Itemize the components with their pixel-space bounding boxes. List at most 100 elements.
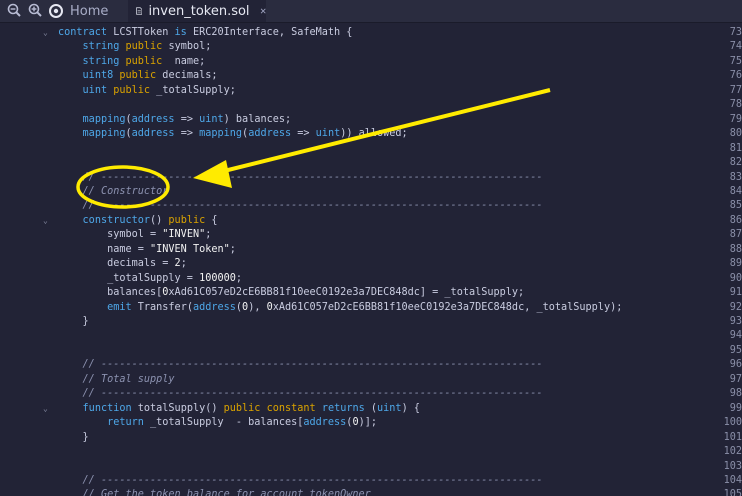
- line-number: 97: [729, 373, 742, 385]
- line-number: 81: [729, 142, 742, 154]
- line-number: 95: [729, 344, 742, 356]
- code-text: // -------------------------------------…: [82, 388, 543, 400]
- code-line[interactable]: 90 _totalSupply = 100000;: [0, 272, 742, 286]
- fold-toggle-icon[interactable]: ⌄: [43, 214, 48, 228]
- line-number: 103: [723, 460, 742, 472]
- code-editor[interactable]: 73 ⌄ contract LCSTToken is ERC20Interface,…: [0, 23, 742, 496]
- code-line[interactable]: 101 }: [0, 431, 742, 445]
- fold-toggle-icon[interactable]: ⌄: [43, 402, 48, 416]
- code-line[interactable]: 103: [0, 460, 742, 474]
- code-text: // Total supply: [82, 373, 175, 385]
- code-line[interactable]: 82: [0, 156, 742, 170]
- line-number: 104: [723, 474, 742, 486]
- line-number: 83: [729, 171, 742, 183]
- code-line[interactable]: 91 balances[0xAd61C057eD2cE6BB81f10eeC01…: [0, 286, 742, 300]
- code-text: _totalSupply = 100000;: [58, 272, 243, 284]
- code-text: return _totalSupply - balances[address(0…: [107, 417, 377, 429]
- code-line[interactable]: 86 ⌄ constructor() public {: [0, 214, 742, 228]
- code-line[interactable]: 88 name = "INVEN Token";: [0, 243, 742, 257]
- line-number: 74: [729, 41, 742, 53]
- line-number: 80: [729, 128, 742, 140]
- line-number: 87: [729, 229, 742, 241]
- line-number: 100: [723, 417, 742, 429]
- code-line[interactable]: 99 ⌄ function totalSupply() public consta…: [0, 402, 742, 416]
- line-number: 90: [729, 272, 742, 284]
- line-number: 93: [729, 316, 742, 327]
- line-number: 75: [729, 55, 742, 67]
- line-number: 101: [723, 431, 742, 443]
- code-text: }: [58, 316, 89, 327]
- code-line[interactable]: 93 }: [0, 315, 742, 329]
- code-text: mapping(address => mapping(address => ui…: [82, 128, 408, 140]
- code-line[interactable]: 85 // ----------------------------------…: [0, 199, 742, 213]
- code-line[interactable]: 97 // Total supply: [0, 373, 742, 387]
- code-line[interactable]: 81: [0, 142, 742, 156]
- tab-home[interactable]: Home: [48, 0, 120, 22]
- line-number: 89: [729, 258, 742, 270]
- code-text: // -------------------------------------…: [82, 474, 543, 486]
- line-number: 86: [729, 214, 742, 226]
- code-line[interactable]: 105 // Get the token balance for account…: [0, 488, 742, 496]
- code-text: // -------------------------------------…: [82, 200, 543, 212]
- code-text: string public name;: [82, 55, 206, 67]
- tab-home-label: Home: [70, 3, 109, 19]
- code-text: balances[0xAd61C057eD2cE6BB81f10eeC0192e…: [58, 287, 525, 299]
- code-line[interactable]: 83 // ----------------------------------…: [0, 171, 742, 185]
- code-text: // -------------------------------------…: [82, 359, 543, 371]
- line-number: 79: [729, 113, 742, 125]
- code-text: string public symbol;: [82, 41, 212, 53]
- code-line[interactable]: 79 mapping(address => uint) balances;: [0, 113, 742, 127]
- code-text: function totalSupply() public constant r…: [82, 402, 420, 414]
- code-text: // Get the token balance for account tok…: [82, 489, 371, 496]
- line-number: 91: [729, 287, 742, 299]
- line-number: 85: [729, 200, 742, 212]
- code-line[interactable]: 98 // ----------------------------------…: [0, 387, 742, 401]
- code-text: contract LCSTToken is ERC20Interface, Sa…: [58, 27, 353, 38]
- code-text: emit Transfer(address(0), 0xAd61C057eD2c…: [107, 301, 623, 313]
- line-number: 98: [729, 388, 742, 400]
- code-text: symbol = "INVEN";: [58, 229, 212, 241]
- code-line[interactable]: 75 string public name;: [0, 55, 742, 69]
- code-text: // -------------------------------------…: [82, 171, 543, 183]
- zoom-out-icon[interactable]: [6, 2, 22, 18]
- line-number: 99: [729, 402, 742, 414]
- code-line[interactable]: 95: [0, 344, 742, 358]
- code-line[interactable]: 73 ⌄ contract LCSTToken is ERC20Interface,…: [0, 26, 742, 40]
- code-line[interactable]: 100 return _totalSupply - balances[addre…: [0, 416, 742, 430]
- code-text: }: [58, 431, 89, 443]
- line-number: 73: [729, 27, 742, 38]
- code-line[interactable]: 76 uint8 public decimals;: [0, 69, 742, 83]
- code-line[interactable]: 104 // ---------------------------------…: [0, 474, 742, 488]
- code-line[interactable]: 102: [0, 445, 742, 459]
- code-line[interactable]: 89 decimals = 2;: [0, 257, 742, 271]
- line-number: 105: [723, 489, 742, 496]
- code-text: name = "INVEN Token";: [58, 243, 236, 255]
- code-line[interactable]: 87 symbol = "INVEN";: [0, 228, 742, 242]
- code-text: // Constructor: [82, 185, 169, 197]
- code-line[interactable]: 74 string public symbol;: [0, 40, 742, 54]
- line-number: 76: [729, 70, 742, 82]
- code-line[interactable]: 80 mapping(address => mapping(address =>…: [0, 127, 742, 141]
- code-line[interactable]: 94: [0, 329, 742, 343]
- code-line[interactable]: 92 emit Transfer(address(0), 0xAd61C057e…: [0, 301, 742, 315]
- code-line[interactable]: 77 uint public _totalSupply;: [0, 84, 742, 98]
- code-text: decimals = 2;: [58, 258, 187, 270]
- file-icon: [136, 7, 143, 15]
- tab-file-label: inven_token.sol: [148, 3, 250, 19]
- code-line[interactable]: 96 // ----------------------------------…: [0, 358, 742, 372]
- code-text: uint8 public decimals;: [82, 70, 218, 82]
- zoom-in-icon[interactable]: [27, 2, 43, 18]
- line-number: 94: [729, 330, 742, 342]
- line-number: 88: [729, 243, 742, 255]
- code-line[interactable]: 84 // Constructor: [0, 185, 742, 199]
- line-number: 92: [729, 301, 742, 313]
- code-text: mapping(address => uint) balances;: [82, 113, 292, 125]
- line-number: 84: [729, 185, 742, 197]
- line-number: 102: [723, 446, 742, 458]
- code-text: uint public _totalSupply;: [82, 84, 236, 96]
- line-number: 77: [729, 84, 742, 96]
- code-line[interactable]: 78: [0, 98, 742, 112]
- fold-toggle-icon[interactable]: ⌄: [43, 26, 48, 40]
- tab-inven-token[interactable]: inven_token.sol: [128, 0, 266, 22]
- close-icon[interactable]: [260, 5, 266, 17]
